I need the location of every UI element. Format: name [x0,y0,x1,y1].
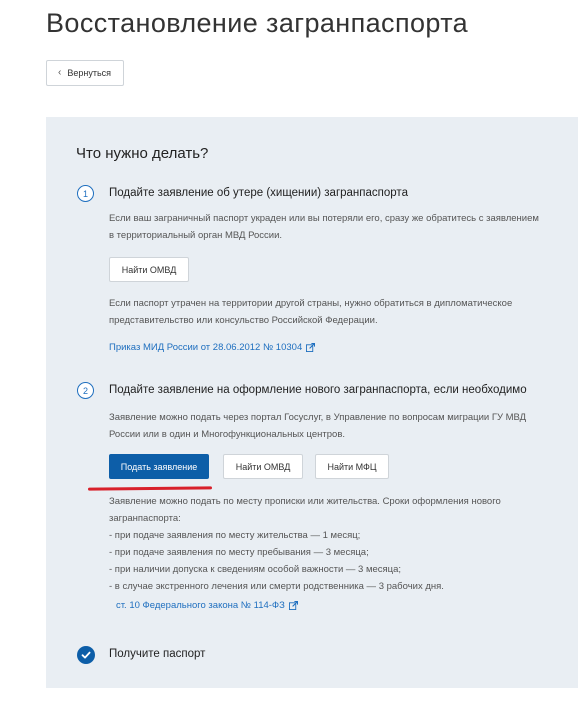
federal-law-link-label: ст. 10 Федерального закона № 114-ФЗ [116,600,285,611]
back-button-label: Вернуться [67,68,112,78]
terms-item: - при наличии допуска к сведениям особой… [109,564,402,575]
step-2-text: Заявление можно подать через портал Госу… [109,412,527,440]
checkmark-icon [77,646,95,664]
mid-order-link[interactable]: Приказ МИД России от 28.06.2012 № 10304 [109,342,316,353]
terms-item: - при подаче заявления по месту пребыван… [109,547,369,558]
step-2-title: Подайте заявление на оформление нового з… [109,384,527,396]
step-1-text: Если ваш заграничный паспорт украден или… [109,213,539,241]
terms-item: - в случае экстренного лечения или смерт… [109,581,444,592]
terms-intro: Заявление можно подать по месту прописки… [109,496,501,524]
mid-order-link-label: Приказ МИД России от 28.06.2012 № 10304 [109,342,303,353]
submit-application-button[interactable]: Подать заявление [109,454,209,479]
find-omvd-button-1[interactable]: Найти ОМВД [109,257,189,282]
terms-item: - при подаче заявления по месту жительст… [109,530,361,541]
find-omvd-button-2[interactable]: Найти ОМВД [223,454,303,479]
step-1-title: Подайте заявление об утере (хищении) заг… [109,187,408,199]
federal-law-link[interactable]: ст. 10 Федерального закона № 114-ФЗ [116,600,298,611]
highlight-underline [87,486,213,491]
external-link-icon [288,601,298,610]
chevron-left-icon: ‹ [58,67,62,78]
step-1-number: 1 [77,185,94,202]
instructions-panel: Что нужно делать? 1 Подайте заявление об… [46,117,578,688]
find-mfc-button[interactable]: Найти МФЦ [315,454,389,479]
step-1-abroad-text: Если паспорт утрачен на территории друго… [109,298,513,326]
step-3-title: Получите паспорт [109,648,206,660]
external-link-icon [306,343,316,352]
step-2-number: 2 [77,382,94,399]
page-title: Восстановление загранпаспорта [46,8,469,38]
back-button[interactable]: ‹ Вернуться [46,60,124,86]
step-2-terms: Заявление можно подать по месту прописки… [109,493,539,595]
panel-title: Что нужно делать? [76,145,209,162]
